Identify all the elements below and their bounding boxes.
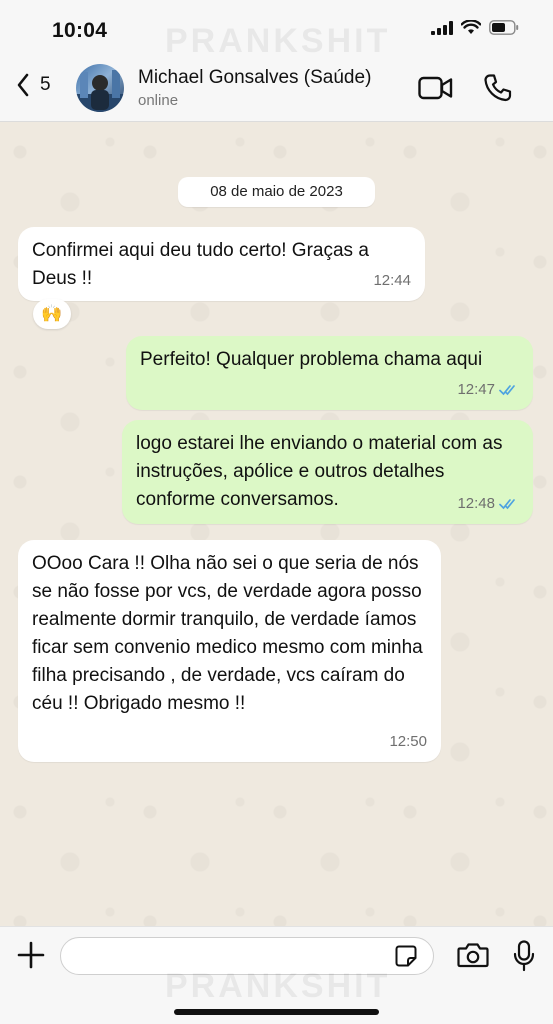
message-meta: 12:44 — [373, 267, 411, 295]
phone-icon — [484, 74, 512, 102]
plus-icon — [17, 941, 45, 969]
message-reaction[interactable]: 🙌 — [33, 299, 71, 329]
contact-name[interactable]: Michael Gonsalves (Saúde) — [138, 67, 371, 89]
back-button[interactable]: 5 — [16, 73, 51, 97]
sticker-button[interactable] — [394, 944, 418, 973]
microphone-icon — [513, 940, 535, 972]
double-check-read-icon — [499, 499, 515, 510]
message-time: 12:50 — [389, 733, 427, 750]
message-meta: 12:50 — [389, 728, 427, 756]
double-check-read-icon — [499, 385, 515, 396]
message-time: 12:48 — [457, 495, 495, 512]
message-text: Perfeito! Qualquer problema chama aqui — [140, 349, 483, 370]
message-meta: 12:47 — [457, 376, 519, 404]
video-camera-icon — [418, 76, 453, 100]
message-bubble-outgoing[interactable]: Perfeito! Qualquer problema chama aqui 1… — [126, 336, 533, 410]
battery-icon — [489, 20, 519, 35]
message-time: 12:47 — [457, 381, 495, 398]
avatar-image-icon — [76, 70, 124, 112]
attach-button[interactable] — [16, 940, 46, 975]
chevron-left-icon — [17, 73, 29, 97]
camera-button[interactable] — [457, 942, 489, 973]
voice-call-button[interactable] — [483, 73, 513, 108]
wifi-icon — [461, 20, 481, 34]
cellular-signal-icon — [431, 20, 453, 35]
message-input[interactable] — [60, 937, 434, 975]
unread-count: 5 — [40, 74, 51, 95]
watermark-top: PRANKSHIT — [165, 22, 391, 60]
camera-icon — [457, 943, 489, 968]
home-indicator[interactable] — [174, 1009, 379, 1015]
status-time: 10:04 — [52, 19, 108, 42]
chat-header: 5 Michael Gonsalves (Saúde) online — [0, 58, 553, 122]
message-time: 12:44 — [373, 272, 411, 289]
message-meta: 12:48 — [457, 490, 519, 518]
message-bubble-outgoing[interactable]: logo estarei lhe enviando o material com… — [122, 420, 533, 524]
message-bubble-incoming[interactable]: OOoo Cara !! Olha não sei o que seria de… — [18, 540, 441, 762]
message-text: logo estarei lhe enviando o material com… — [136, 433, 503, 510]
message-bubble-incoming[interactable]: Confirmei aqui deu tudo certo! Graças a … — [18, 227, 425, 301]
message-text: OOoo Cara !! Olha não sei o que seria de… — [32, 553, 423, 714]
status-icons — [431, 20, 519, 35]
date-separator: 08 de maio de 2023 — [178, 177, 375, 207]
sticker-icon — [395, 945, 417, 967]
message-text: Confirmei aqui deu tudo certo! Graças a … — [32, 240, 369, 289]
avatar[interactable] — [76, 64, 124, 112]
status-bar: 10:04 PRANKSHIT — [0, 0, 553, 60]
microphone-button[interactable] — [513, 940, 535, 977]
contact-status: online — [138, 92, 179, 109]
chat-area[interactable]: PRANKSHIT 08 de maio de 2023 Confirmei a… — [0, 122, 553, 926]
video-call-button[interactable] — [418, 76, 454, 105]
message-input-bar: PRANKSHIT — [0, 926, 553, 1024]
